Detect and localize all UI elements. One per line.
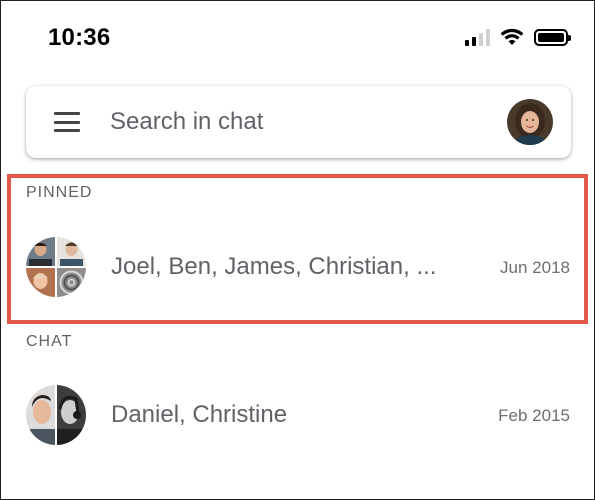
- group-avatar-four-people: [26, 237, 86, 297]
- status-icons: [465, 28, 571, 46]
- status-time: 10:36: [48, 24, 111, 51]
- chat-title: Joel, Ben, James, Christian, ...: [111, 253, 437, 280]
- cellular-signal-icon: [465, 28, 490, 46]
- chat-title: Daniel, Christine: [111, 401, 288, 428]
- battery-icon: [534, 28, 571, 46]
- chat-date: Feb 2015: [498, 406, 570, 425]
- group-avatar-two-people: [26, 385, 86, 445]
- chat-date: Jun 2018: [500, 258, 570, 277]
- user-profile-avatar[interactable]: [507, 99, 553, 145]
- search-bar[interactable]: Search in chat: [26, 86, 571, 158]
- section-label-chat: CHAT: [26, 333, 73, 350]
- app-screen: 10:36 Search in chat PINNED Joel, Ben, J…: [0, 0, 595, 500]
- hamburger-menu-icon[interactable]: [54, 112, 80, 132]
- wifi-icon: [500, 28, 524, 45]
- section-label-pinned: PINNED: [26, 184, 93, 201]
- chat-row-pinned[interactable]: Joel, Ben, James, Christian, ... Jun 201…: [1, 233, 595, 303]
- chat-row[interactable]: Daniel, Christine Feb 2015: [1, 381, 595, 451]
- search-input[interactable]: Search in chat: [110, 106, 263, 138]
